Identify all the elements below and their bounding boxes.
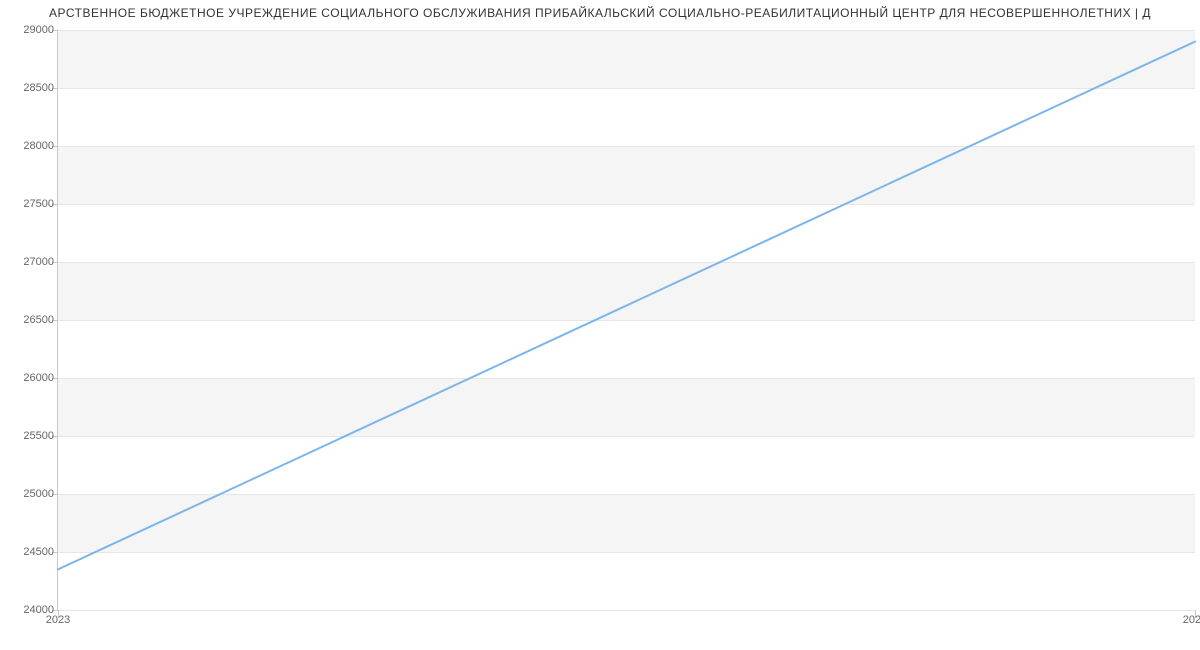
y-tick-label: 25500 bbox=[23, 430, 54, 442]
chart-title: АРСТВЕННОЕ БЮДЖЕТНОЕ УЧРЕЖДЕНИЕ СОЦИАЛЬН… bbox=[0, 6, 1200, 20]
y-tick-label: 24500 bbox=[23, 546, 54, 558]
y-tick-label: 26500 bbox=[23, 314, 54, 326]
y-tick-label: 27000 bbox=[23, 256, 54, 268]
y-tick-label: 29000 bbox=[23, 24, 54, 36]
y-tick-label: 28000 bbox=[23, 140, 54, 152]
y-tick-label: 26000 bbox=[23, 372, 54, 384]
y-tick-label: 28500 bbox=[23, 82, 54, 94]
plot-area bbox=[58, 30, 1195, 610]
y-tick-label: 25000 bbox=[23, 488, 54, 500]
line-layer bbox=[58, 30, 1195, 610]
data-line bbox=[58, 42, 1195, 570]
x-tick-label: 2024 bbox=[1183, 614, 1200, 626]
x-tick-label: 2023 bbox=[46, 614, 70, 626]
y-tick-label: 27500 bbox=[23, 198, 54, 210]
y-gridline bbox=[58, 610, 1195, 611]
